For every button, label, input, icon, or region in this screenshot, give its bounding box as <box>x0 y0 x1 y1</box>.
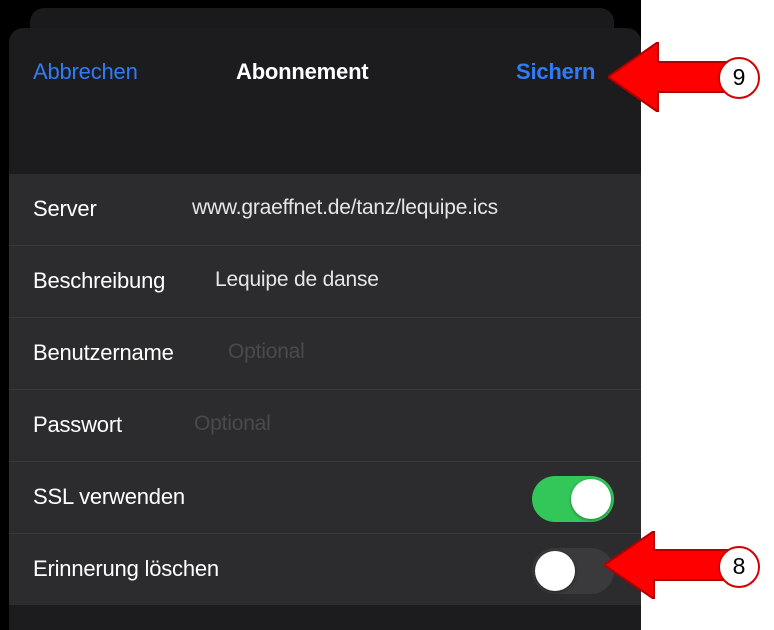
page-title: Abonnement <box>236 59 369 84</box>
subscription-sheet: Abbrechen Abonnement Sichern Server www.… <box>9 28 641 630</box>
ssl-toggle[interactable] <box>532 476 614 522</box>
username-row: Benutzername Optional <box>9 318 641 390</box>
ssl-toggle-knob <box>571 479 611 519</box>
remove-alarms-toggle-knob <box>535 551 575 591</box>
ssl-label: SSL verwenden <box>33 484 185 509</box>
cancel-button[interactable]: Abbrechen <box>33 59 138 85</box>
subscription-form: Server www.graeffnet.de/tanz/lequipe.ics… <box>9 174 641 605</box>
password-label: Passwort <box>33 412 122 437</box>
remove-alarms-row: Erinnerung löschen <box>9 534 641 605</box>
save-button[interactable]: Sichern <box>516 59 595 85</box>
remove-alarms-toggle[interactable] <box>532 548 614 594</box>
description-field[interactable]: Lequipe de danse <box>215 268 379 292</box>
password-row: Passwort Optional <box>9 390 641 462</box>
server-label: Server <box>33 196 97 221</box>
description-row: Beschreibung Lequipe de danse <box>9 246 641 318</box>
stage: Abbrechen Abonnement Sichern Server www.… <box>0 0 774 630</box>
navigation-bar: Abbrechen Abonnement Sichern <box>9 28 641 120</box>
username-label: Benutzername <box>33 340 174 365</box>
toggle-callout-arrow-icon <box>604 531 730 599</box>
username-field[interactable]: Optional <box>228 340 305 364</box>
server-field[interactable]: www.graeffnet.de/tanz/lequipe.ics <box>192 196 498 220</box>
ssl-row: SSL verwenden <box>9 462 641 534</box>
description-label: Beschreibung <box>33 268 166 293</box>
password-field[interactable]: Optional <box>194 412 271 436</box>
server-row: Server www.graeffnet.de/tanz/lequipe.ics <box>9 174 641 246</box>
save-callout-badge: 9 <box>718 57 760 99</box>
toggle-callout-badge: 8 <box>718 546 760 588</box>
ios-screen: Abbrechen Abonnement Sichern Server www.… <box>0 0 641 630</box>
remove-alarms-label: Erinnerung löschen <box>33 556 219 581</box>
